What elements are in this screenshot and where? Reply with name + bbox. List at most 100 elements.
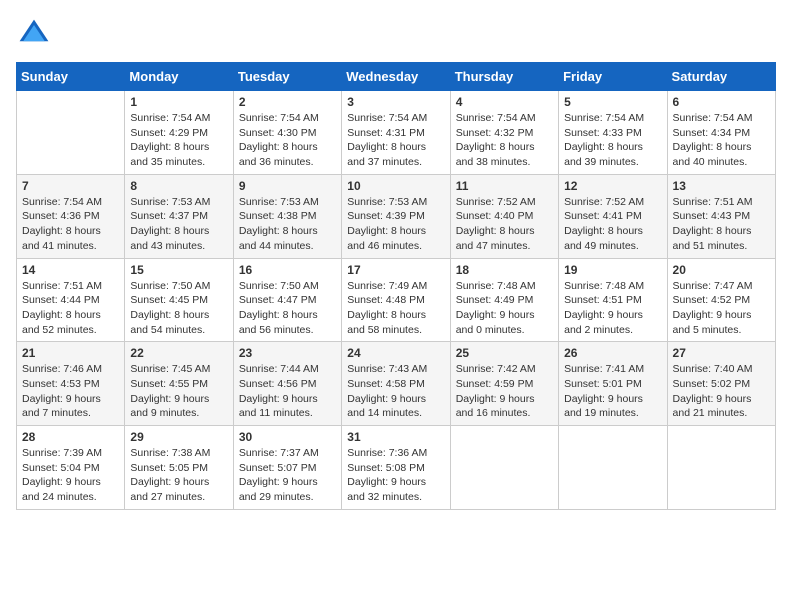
day-number: 6 (673, 95, 770, 109)
day-detail: Sunrise: 7:49 AM Sunset: 4:48 PM Dayligh… (347, 279, 444, 338)
day-number: 29 (130, 430, 227, 444)
day-number: 8 (130, 179, 227, 193)
col-header-friday: Friday (559, 63, 667, 91)
calendar-cell: 7 Sunrise: 7:54 AM Sunset: 4:36 PM Daylig… (17, 174, 125, 258)
calendar-cell: 23Sunrise: 7:44 AM Sunset: 4:56 PM Dayli… (233, 342, 341, 426)
day-number: 17 (347, 263, 444, 277)
calendar-cell: 16 Sunrise: 7:50 AM Sunset: 4:47 PM Dayli… (233, 258, 341, 342)
day-detail: Sunrise: 7:46 AM Sunset: 4:53 PM Dayligh… (22, 362, 119, 421)
calendar-cell: 21Sunrise: 7:46 AM Sunset: 4:53 PM Dayli… (17, 342, 125, 426)
day-detail: Sunrise: 7:54 AM Sunset: 4:32 PM Dayligh… (456, 111, 553, 170)
calendar-cell: 20Sunrise: 7:47 AM Sunset: 4:52 PM Dayli… (667, 258, 775, 342)
day-detail: Sunrise: 7:54 AM Sunset: 4:29 PM Dayligh… (130, 111, 227, 170)
day-number: 3 (347, 95, 444, 109)
calendar-cell: 14 Sunrise: 7:51 AM Sunset: 4:44 PM Dayli… (17, 258, 125, 342)
calendar-cell: 18 Sunrise: 7:48 AM Sunset: 4:49 PM Dayli… (450, 258, 558, 342)
day-detail: Sunrise: 7:37 AM Sunset: 5:07 PM Dayligh… (239, 446, 336, 505)
calendar-cell: 19 Sunrise: 7:48 AM Sunset: 4:51 PM Dayli… (559, 258, 667, 342)
calendar-cell: 28 Sunrise: 7:39 AM Sunset: 5:04 PM Dayli… (17, 426, 125, 510)
logo-icon (16, 16, 52, 52)
calendar-cell: 10 Sunrise: 7:53 AM Sunset: 4:39 PM Dayli… (342, 174, 450, 258)
day-number: 16 (239, 263, 336, 277)
calendar-week-3: 14 Sunrise: 7:51 AM Sunset: 4:44 PM Dayli… (17, 258, 776, 342)
day-detail: Sunrise: 7:48 AM Sunset: 4:51 PM Dayligh… (564, 279, 661, 338)
day-number: 19 (564, 263, 661, 277)
col-header-tuesday: Tuesday (233, 63, 341, 91)
calendar-cell: 30 Sunrise: 7:37 AM Sunset: 5:07 PM Dayli… (233, 426, 341, 510)
day-detail: Sunrise: 7:39 AM Sunset: 5:04 PM Dayligh… (22, 446, 119, 505)
calendar-cell: 8Sunrise: 7:53 AM Sunset: 4:37 PM Daylig… (125, 174, 233, 258)
day-detail: Sunrise: 7:45 AM Sunset: 4:55 PM Dayligh… (130, 362, 227, 421)
day-number: 13 (673, 179, 770, 193)
day-number: 4 (456, 95, 553, 109)
calendar-cell (559, 426, 667, 510)
calendar-cell: 3 Sunrise: 7:54 AM Sunset: 4:31 PM Daylig… (342, 91, 450, 175)
day-number: 12 (564, 179, 661, 193)
day-detail: Sunrise: 7:52 AM Sunset: 4:41 PM Dayligh… (564, 195, 661, 254)
calendar-header-row: SundayMondayTuesdayWednesdayThursdayFrid… (17, 63, 776, 91)
col-header-sunday: Sunday (17, 63, 125, 91)
col-header-thursday: Thursday (450, 63, 558, 91)
day-number: 15 (130, 263, 227, 277)
day-number: 28 (22, 430, 119, 444)
calendar-cell: 1 Sunrise: 7:54 AM Sunset: 4:29 PM Daylig… (125, 91, 233, 175)
col-header-monday: Monday (125, 63, 233, 91)
calendar-cell: 2Sunrise: 7:54 AM Sunset: 4:30 PM Daylig… (233, 91, 341, 175)
day-detail: Sunrise: 7:41 AM Sunset: 5:01 PM Dayligh… (564, 362, 661, 421)
day-detail: Sunrise: 7:51 AM Sunset: 4:43 PM Dayligh… (673, 195, 770, 254)
day-number: 22 (130, 346, 227, 360)
day-detail: Sunrise: 7:50 AM Sunset: 4:45 PM Dayligh… (130, 279, 227, 338)
day-detail: Sunrise: 7:53 AM Sunset: 4:39 PM Dayligh… (347, 195, 444, 254)
calendar-cell: 11 Sunrise: 7:52 AM Sunset: 4:40 PM Dayli… (450, 174, 558, 258)
calendar-cell: 31Sunrise: 7:36 AM Sunset: 5:08 PM Dayli… (342, 426, 450, 510)
calendar-cell: 17 Sunrise: 7:49 AM Sunset: 4:48 PM Dayli… (342, 258, 450, 342)
day-number: 1 (130, 95, 227, 109)
day-number: 26 (564, 346, 661, 360)
calendar-cell: 26 Sunrise: 7:41 AM Sunset: 5:01 PM Dayli… (559, 342, 667, 426)
calendar-cell (450, 426, 558, 510)
day-number: 11 (456, 179, 553, 193)
calendar-table: SundayMondayTuesdayWednesdayThursdayFrid… (16, 62, 776, 510)
day-detail: Sunrise: 7:54 AM Sunset: 4:30 PM Dayligh… (239, 111, 336, 170)
day-number: 31 (347, 430, 444, 444)
day-detail: Sunrise: 7:54 AM Sunset: 4:33 PM Dayligh… (564, 111, 661, 170)
page-header (16, 16, 776, 52)
calendar-cell: 4 Sunrise: 7:54 AM Sunset: 4:32 PM Daylig… (450, 91, 558, 175)
calendar-cell (17, 91, 125, 175)
col-header-saturday: Saturday (667, 63, 775, 91)
day-number: 27 (673, 346, 770, 360)
calendar-cell: 12 Sunrise: 7:52 AM Sunset: 4:41 PM Dayli… (559, 174, 667, 258)
day-detail: Sunrise: 7:38 AM Sunset: 5:05 PM Dayligh… (130, 446, 227, 505)
calendar-cell: 25 Sunrise: 7:42 AM Sunset: 4:59 PM Dayli… (450, 342, 558, 426)
day-detail: Sunrise: 7:50 AM Sunset: 4:47 PM Dayligh… (239, 279, 336, 338)
day-number: 5 (564, 95, 661, 109)
calendar-cell: 29 Sunrise: 7:38 AM Sunset: 5:05 PM Dayli… (125, 426, 233, 510)
calendar-week-1: 1 Sunrise: 7:54 AM Sunset: 4:29 PM Daylig… (17, 91, 776, 175)
day-number: 18 (456, 263, 553, 277)
day-detail: Sunrise: 7:51 AM Sunset: 4:44 PM Dayligh… (22, 279, 119, 338)
day-detail: Sunrise: 7:52 AM Sunset: 4:40 PM Dayligh… (456, 195, 553, 254)
calendar-week-4: 21Sunrise: 7:46 AM Sunset: 4:53 PM Dayli… (17, 342, 776, 426)
calendar-cell (667, 426, 775, 510)
calendar-cell: 24Sunrise: 7:43 AM Sunset: 4:58 PM Dayli… (342, 342, 450, 426)
calendar-week-2: 7 Sunrise: 7:54 AM Sunset: 4:36 PM Daylig… (17, 174, 776, 258)
day-detail: Sunrise: 7:42 AM Sunset: 4:59 PM Dayligh… (456, 362, 553, 421)
day-number: 25 (456, 346, 553, 360)
day-detail: Sunrise: 7:53 AM Sunset: 4:38 PM Dayligh… (239, 195, 336, 254)
day-detail: Sunrise: 7:54 AM Sunset: 4:34 PM Dayligh… (673, 111, 770, 170)
calendar-cell: 27Sunrise: 7:40 AM Sunset: 5:02 PM Dayli… (667, 342, 775, 426)
day-detail: Sunrise: 7:54 AM Sunset: 4:36 PM Dayligh… (22, 195, 119, 254)
day-number: 14 (22, 263, 119, 277)
day-number: 7 (22, 179, 119, 193)
calendar-cell: 15 Sunrise: 7:50 AM Sunset: 4:45 PM Dayli… (125, 258, 233, 342)
calendar-cell: 22 Sunrise: 7:45 AM Sunset: 4:55 PM Dayli… (125, 342, 233, 426)
calendar-cell: 5 Sunrise: 7:54 AM Sunset: 4:33 PM Daylig… (559, 91, 667, 175)
day-number: 10 (347, 179, 444, 193)
calendar-cell: 13 Sunrise: 7:51 AM Sunset: 4:43 PM Dayli… (667, 174, 775, 258)
day-number: 20 (673, 263, 770, 277)
day-number: 9 (239, 179, 336, 193)
day-detail: Sunrise: 7:48 AM Sunset: 4:49 PM Dayligh… (456, 279, 553, 338)
day-detail: Sunrise: 7:54 AM Sunset: 4:31 PM Dayligh… (347, 111, 444, 170)
day-number: 30 (239, 430, 336, 444)
col-header-wednesday: Wednesday (342, 63, 450, 91)
